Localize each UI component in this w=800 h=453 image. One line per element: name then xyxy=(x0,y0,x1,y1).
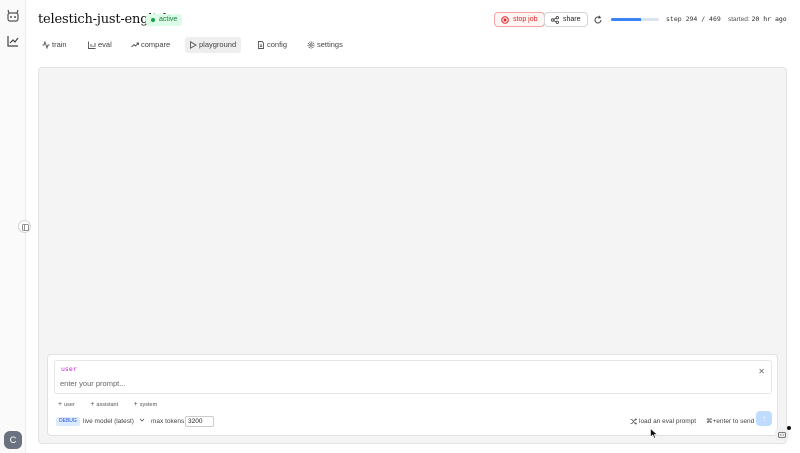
share-icon xyxy=(551,16,559,24)
activity-icon xyxy=(42,41,50,49)
notification-dot xyxy=(787,426,791,430)
mouse-cursor-icon xyxy=(650,428,658,439)
app-logo-icon[interactable] xyxy=(5,8,21,24)
max-tokens-input[interactable] xyxy=(185,416,214,427)
share-label: share xyxy=(563,16,581,23)
stop-job-button[interactable]: stop job xyxy=(494,12,545,27)
sidebar-toggle-button[interactable] xyxy=(18,220,31,233)
tab-label: playground xyxy=(199,40,237,49)
file-icon xyxy=(258,41,264,49)
add-system-button[interactable]: + system xyxy=(133,401,165,408)
progress-bar xyxy=(611,18,659,21)
tab-config[interactable]: config xyxy=(253,37,287,53)
debug-badge: DEBUG xyxy=(56,417,80,426)
started-info: started: 20 hr ago xyxy=(728,15,787,23)
load-eval-prompt-label: load an eval prompt xyxy=(639,418,697,425)
started-value: 20 hr ago xyxy=(751,15,787,23)
tab-label: train xyxy=(52,40,67,49)
bot-icon xyxy=(778,432,786,438)
header: telestich-just-english active stop job s… xyxy=(38,8,788,32)
trending-up-icon xyxy=(131,42,139,48)
message-role-label[interactable]: user xyxy=(61,365,77,373)
gear-icon xyxy=(307,41,315,49)
tab-label: config xyxy=(267,40,288,49)
plus-icon: + xyxy=(133,401,138,408)
arrow-up-icon: ↑ xyxy=(762,414,766,423)
tab-label: settings xyxy=(317,40,343,49)
tab-eval[interactable]: eval xyxy=(84,37,112,53)
message-editor: user ✕ xyxy=(54,360,772,394)
send-button[interactable]: ↑ xyxy=(756,411,772,426)
add-message-buttons: + user + assistant + system xyxy=(58,401,171,408)
send-hint: ⌘+enter to send xyxy=(706,418,755,425)
started-label: started: xyxy=(728,16,750,23)
close-icon[interactable]: ✕ xyxy=(758,367,765,376)
chevron-down-icon xyxy=(139,418,145,422)
bar-chart-icon xyxy=(88,41,96,49)
model-select-value: live model (latest) xyxy=(83,418,134,425)
composer: user ✕ +user +assistant +system DEBUG li… xyxy=(47,354,778,436)
assistant-widget-button[interactable] xyxy=(775,426,791,441)
avatar[interactable]: C xyxy=(4,431,22,449)
play-icon xyxy=(190,41,197,49)
stop-job-label: stop job xyxy=(513,16,538,23)
model-select[interactable]: live model (latest) xyxy=(83,417,145,426)
status-badge: active xyxy=(146,14,183,26)
load-eval-prompt-button[interactable]: load an eval prompt xyxy=(630,417,696,426)
add-user-button[interactable]: + user xyxy=(58,401,82,408)
sidebar-icon xyxy=(22,224,29,231)
progress-fill xyxy=(611,18,642,21)
add-system-label: system xyxy=(139,402,158,408)
plus-icon: + xyxy=(58,401,63,408)
refresh-icon[interactable] xyxy=(593,15,603,25)
tab-playground[interactable]: playground xyxy=(185,37,242,53)
plus-icon: + xyxy=(90,401,95,408)
tab-train[interactable]: train xyxy=(38,37,67,53)
max-tokens-label: max tokens xyxy=(151,418,185,425)
stop-icon xyxy=(501,16,509,24)
prompt-input[interactable] xyxy=(60,379,660,388)
composer-toolbar: DEBUG live model (latest) max tokens loa… xyxy=(56,411,772,428)
add-assistant-button[interactable]: + assistant xyxy=(90,401,125,408)
add-assistant-label: assistant xyxy=(96,402,119,408)
add-user-label: user xyxy=(64,402,75,408)
chart-icon[interactable] xyxy=(6,34,20,48)
tab-label: eval xyxy=(98,40,112,49)
tab-compare[interactable]: compare xyxy=(127,37,170,53)
share-button[interactable]: share xyxy=(544,12,588,27)
step-counter: step 294 / 469 xyxy=(666,15,721,23)
tab-settings[interactable]: settings xyxy=(303,37,343,53)
playground-panel: user ✕ +user +assistant +system DEBUG li… xyxy=(38,67,787,444)
shuffle-icon xyxy=(630,418,637,425)
tab-label: compare xyxy=(141,40,171,49)
